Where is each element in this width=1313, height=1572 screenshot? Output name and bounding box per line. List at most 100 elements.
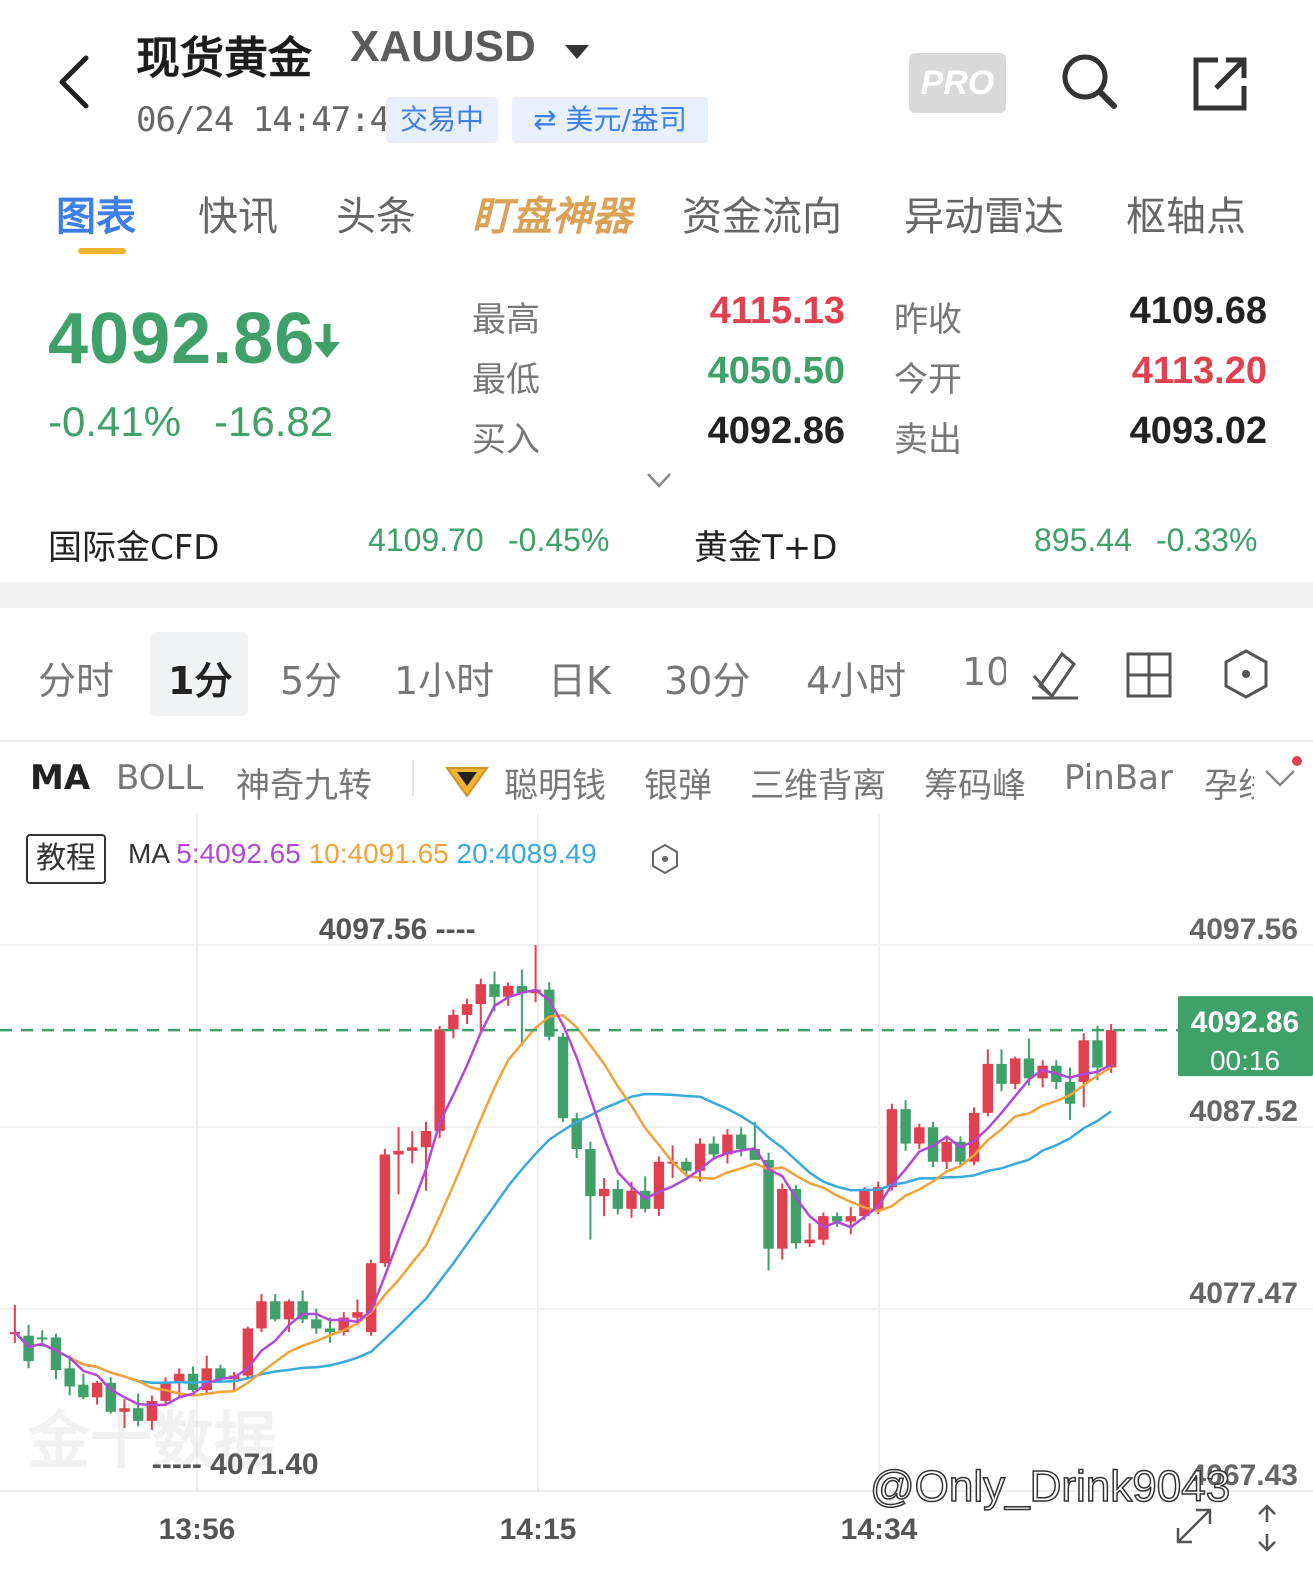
ma10-value: 10:4091.65 <box>308 838 449 869</box>
related-name[interactable]: 国际金CFD <box>48 520 219 569</box>
instrument-title: 现货黄金 <box>136 33 312 84</box>
candle-body <box>804 1239 815 1244</box>
section-divider <box>0 582 1313 608</box>
watermark: 金十数据 <box>28 1404 277 1477</box>
candle-body <box>352 1312 363 1318</box>
related-name[interactable]: 黄金T+D <box>694 520 837 569</box>
indicator-3d-divergence[interactable]: 三维背离 <box>750 758 886 807</box>
related-instruments: 国际金CFD 4109.70 -0.45% 黄金T+D 895.44 -0.33… <box>0 510 1313 574</box>
indicator-td9[interactable]: 神奇九转 <box>236 758 372 807</box>
tab-anomaly-radar[interactable]: 异动雷达 <box>904 184 1064 242</box>
candle-body <box>365 1263 377 1333</box>
candle-body <box>1105 1030 1117 1068</box>
period-tick[interactable]: 分时 <box>38 650 114 705</box>
candle-body <box>1023 1058 1035 1079</box>
period-4h[interactable]: 4小时 <box>806 650 906 705</box>
y-axis-label: 4097.56 <box>1190 913 1298 946</box>
back-icon[interactable] <box>52 52 102 112</box>
candle-body <box>448 1014 459 1030</box>
candle-body <box>64 1368 75 1387</box>
candle-body <box>420 1130 432 1148</box>
bid-label: 买入 <box>472 420 540 460</box>
high-value: 4115.13 <box>709 290 845 332</box>
settings-icon[interactable] <box>1220 648 1272 700</box>
prev-close-label: 昨收 <box>894 300 962 340</box>
candle-body <box>393 1150 404 1155</box>
tab-chart[interactable]: 图表 <box>56 184 136 242</box>
candle-body <box>886 1109 898 1188</box>
quote-time: 06/24 14:47:43 <box>136 100 410 140</box>
pro-button[interactable]: PRO <box>909 53 1006 113</box>
chevron-down-icon[interactable] <box>1262 766 1298 790</box>
period-1h[interactable]: 1小时 <box>394 650 494 705</box>
instrument-symbol[interactable]: XAUUSD <box>350 22 536 72</box>
indicator-smart-money[interactable]: 聪明钱 <box>504 758 606 807</box>
candle-body <box>311 1319 322 1329</box>
x-axis-label: 14:15 <box>500 1513 577 1546</box>
candle-body <box>845 1216 856 1222</box>
bid-value: 4092.86 <box>707 410 845 452</box>
period-30m[interactable]: 30分 <box>664 650 750 705</box>
caret-down-icon[interactable] <box>563 42 591 62</box>
tab-flash-news[interactable]: 快讯 <box>198 184 278 242</box>
related-value: 895.44 <box>1034 522 1132 558</box>
period-5m[interactable]: 5分 <box>280 650 342 705</box>
expand-chevron-icon[interactable] <box>645 470 673 490</box>
indicator-settings-icon[interactable] <box>648 842 682 876</box>
candle-body <box>324 1328 336 1333</box>
scroll-arrows-icon[interactable] <box>1252 1502 1282 1554</box>
candle-body <box>900 1109 911 1144</box>
active-tab-indicator <box>78 248 126 254</box>
unit-switch-badge[interactable]: ⇄ 美元/盎司 <box>512 97 708 143</box>
indicator-silver-bullet[interactable]: 银弹 <box>644 758 712 807</box>
tutorial-button[interactable]: 教程 <box>26 834 106 884</box>
y-axis-label: 4077.47 <box>1190 1277 1298 1310</box>
layout-grid-icon[interactable] <box>1124 650 1174 700</box>
open-value: 4113.20 <box>1131 350 1267 392</box>
candle-body <box>996 1063 1007 1084</box>
search-icon[interactable] <box>1058 50 1120 112</box>
tab-monitor[interactable]: 盯盘神器 <box>472 184 632 242</box>
fullscreen-icon[interactable] <box>1170 1502 1218 1550</box>
period-1m[interactable]: 1分 <box>168 650 232 705</box>
candle-body <box>982 1063 994 1113</box>
draw-tool-icon[interactable] <box>1028 646 1082 702</box>
related-change: -0.33% <box>1156 522 1258 558</box>
last-price: 4092.86 <box>48 299 316 379</box>
candle-body <box>708 1143 719 1155</box>
header: 现货黄金 XAUUSD 06/24 14:47:43 交易中 ⇄ 美元/盎司 P… <box>0 0 1313 160</box>
indicator-chip-peak[interactable]: 筹码峰 <box>924 758 1026 807</box>
candle-body <box>461 1004 473 1015</box>
open-label: 今开 <box>894 360 962 400</box>
ask-value: 4093.02 <box>1129 410 1267 452</box>
period-daily[interactable]: 日K <box>548 650 611 705</box>
ma5-value: 5:4092.65 <box>176 838 301 869</box>
change-percent: -0.41% <box>48 398 182 445</box>
current-price-label: 4092.86 <box>1191 1006 1299 1039</box>
notification-dot <box>1292 756 1302 766</box>
candle-body <box>914 1127 925 1144</box>
candle-body <box>681 1161 692 1171</box>
tab-headlines[interactable]: 头条 <box>336 184 416 242</box>
candle-body <box>489 984 500 997</box>
related-value: 4109.70 <box>368 522 484 558</box>
candle-body <box>777 1188 788 1249</box>
candle-body <box>270 1301 281 1320</box>
candle-body <box>653 1161 665 1209</box>
max-price-marker: 4097.56 ---- <box>319 913 476 946</box>
tab-capital-flow[interactable]: 资金流向 <box>682 184 842 242</box>
indicator-boll[interactable]: BOLL <box>116 758 203 798</box>
indicator-inside-bar[interactable]: 孕线 <box>1204 758 1254 807</box>
kline-chart[interactable]: 4097.56 4087.52 4077.47 4067.43 4092.86 00:16… <box>0 814 1313 1572</box>
x-axis-label: 13:56 <box>159 1513 236 1546</box>
change-amount: -16.82 <box>214 398 334 445</box>
candle-body <box>1092 1040 1103 1068</box>
tab-pivot-points[interactable]: 枢轴点 <box>1126 184 1246 242</box>
indicator-pinbar[interactable]: PinBar <box>1064 758 1173 798</box>
indicator-ma[interactable]: MA <box>30 758 90 798</box>
candle-body <box>379 1154 391 1264</box>
share-icon[interactable] <box>1190 52 1252 114</box>
candle-body <box>23 1335 34 1362</box>
period-more[interactable]: 10 <box>962 650 1006 694</box>
candle-body <box>585 1149 596 1197</box>
